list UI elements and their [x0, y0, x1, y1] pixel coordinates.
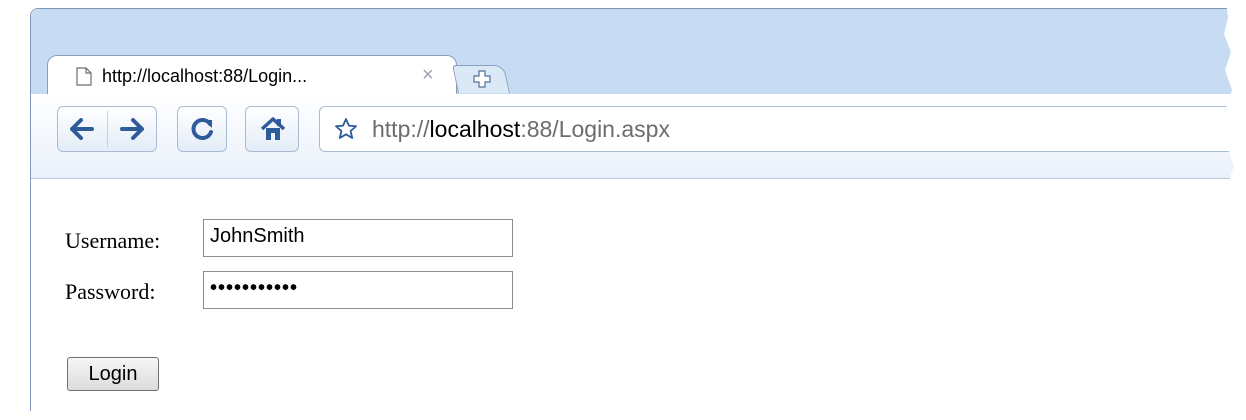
- browser-window: http://localhost:88/Login... × http://lo…: [30, 8, 1240, 412]
- password-field[interactable]: •••••••••••: [203, 271, 513, 309]
- document-icon: [76, 67, 92, 86]
- url-host: localhost: [429, 116, 521, 142]
- address-bar[interactable]: http://localhost:88/Login.aspx: [319, 106, 1240, 152]
- password-label: Password:: [65, 279, 156, 304]
- toolbar: http://localhost:88/Login.aspx: [31, 94, 1240, 179]
- nav-divider: [107, 111, 108, 147]
- url-scheme: http://: [372, 116, 430, 142]
- home-button[interactable]: [245, 106, 299, 152]
- username-label: Username:: [65, 228, 161, 253]
- plus-icon[interactable]: [472, 69, 492, 89]
- tab-close-button[interactable]: ×: [422, 64, 434, 87]
- star-icon[interactable]: [334, 117, 358, 141]
- username-field[interactable]: JohnSmith: [203, 219, 513, 257]
- reload-icon: [191, 118, 213, 140]
- reload-button[interactable]: [177, 106, 227, 152]
- back-arrow-icon[interactable]: [70, 118, 94, 140]
- tab-title: http://localhost:88/Login...: [102, 66, 308, 86]
- page-content: Username: JohnSmith Password: ••••••••••…: [31, 179, 1240, 412]
- browser-screenshot: http://localhost:88/Login... × http://lo…: [0, 0, 1240, 412]
- forward-arrow-icon[interactable]: [120, 118, 144, 140]
- tab-active[interactable]: http://localhost:88/Login... ×: [47, 55, 457, 95]
- nav-buttons: [57, 106, 157, 152]
- home-icon: [260, 117, 286, 140]
- login-button[interactable]: Login: [67, 357, 159, 391]
- url-path: :88/Login.aspx: [520, 116, 670, 142]
- url-text[interactable]: http://localhost:88/Login.aspx: [372, 116, 670, 143]
